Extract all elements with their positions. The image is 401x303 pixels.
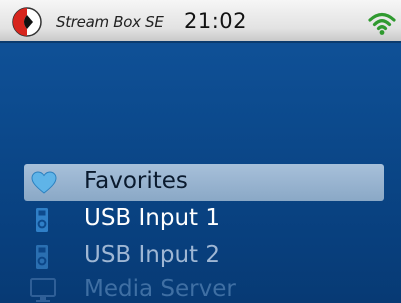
menu-item-label: USB Input 1 — [84, 205, 221, 231]
menu-item-favorites[interactable]: Favorites — [24, 164, 384, 201]
monitor-icon — [30, 278, 56, 302]
menu-item-usb-input-1[interactable]: USB Input 1 — [24, 201, 384, 238]
status-bar: Stream Box SE 21:02 — [0, 0, 401, 43]
wifi-icon — [368, 12, 396, 35]
usb-drive-icon — [36, 245, 48, 269]
menu-item-label: Media Server — [84, 276, 236, 302]
menu-item-usb-input-2[interactable]: USB Input 2 — [24, 238, 384, 275]
heart-icon — [31, 171, 57, 194]
device-name: Stream Box SE — [56, 13, 164, 31]
menu-item-label: USB Input 2 — [84, 242, 221, 268]
menu-item-media-server[interactable]: Media Server — [24, 272, 384, 303]
clock: 21:02 — [184, 9, 248, 33]
brand-logo-icon — [12, 7, 42, 37]
device-screen: Stream Box SE 21:02 Favorites USB Input … — [0, 0, 401, 303]
menu-item-label: Favorites — [84, 168, 188, 194]
usb-drive-icon — [36, 208, 48, 232]
